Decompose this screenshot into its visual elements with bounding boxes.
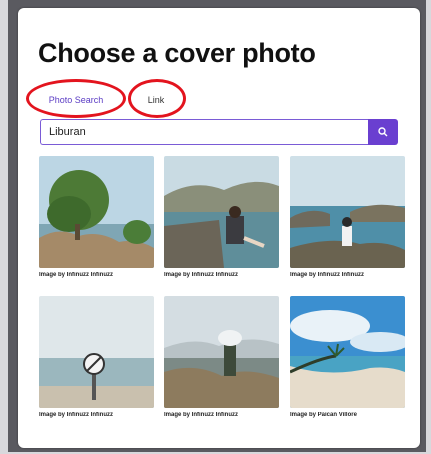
photo-credit-3: Image by Infinuzz Infinuzz [290, 272, 364, 278]
photo-credit-4: Image by Infinuzz Infinuzz [39, 412, 113, 418]
photo-credit-2: Image by Infinuzz Infinuzz [164, 272, 238, 278]
photo-result-4[interactable] [39, 296, 154, 408]
search-input[interactable] [40, 119, 368, 145]
cover-photo-dialog: Choose a cover photo Photo Search Link I… [18, 8, 420, 448]
photo-result-6[interactable] [290, 296, 405, 408]
tab-link[interactable]: Link [130, 86, 182, 114]
photo-credit-6: Image by Paican Villore [290, 412, 357, 418]
dialog-title: Choose a cover photo [38, 38, 316, 68]
search-icon [378, 127, 388, 137]
photo-result-5[interactable] [164, 296, 279, 408]
photo-credit-5: Image by Infinuzz Infinuzz [164, 412, 238, 418]
search-button[interactable] [368, 119, 398, 145]
photo-result-2[interactable] [164, 156, 279, 268]
photo-result-1[interactable] [39, 156, 154, 268]
photo-result-3[interactable] [290, 156, 405, 268]
photo-credit-1: Image by Infinuzz Infinuzz [39, 272, 113, 278]
tab-photo-search[interactable]: Photo Search [30, 86, 122, 114]
